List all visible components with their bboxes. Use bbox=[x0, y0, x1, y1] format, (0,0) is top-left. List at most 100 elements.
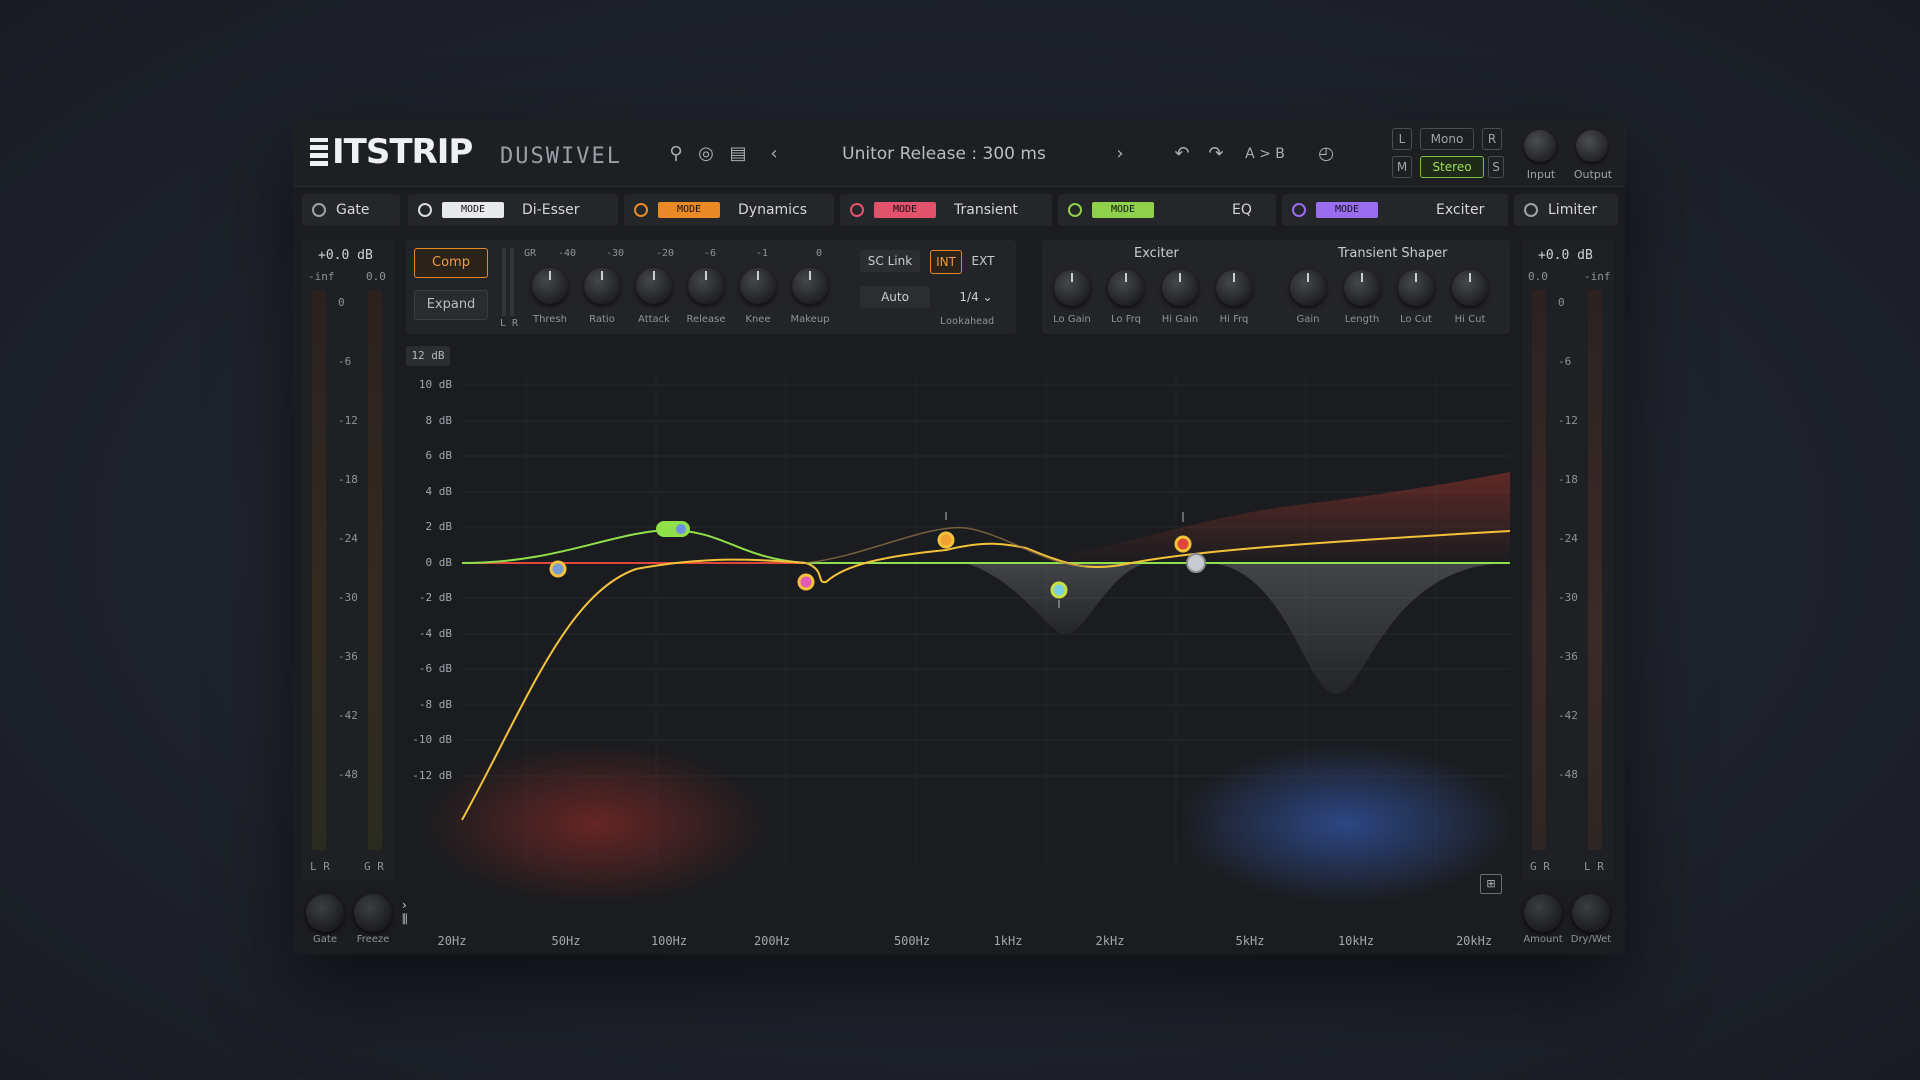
gate-knob[interactable] bbox=[306, 894, 344, 932]
band-1-node[interactable] bbox=[549, 560, 567, 578]
input-level-readout[interactable]: +0.0 dB bbox=[318, 248, 373, 263]
auto-release-button[interactable]: Auto bbox=[860, 286, 930, 308]
tab-transient[interactable]: MODE Transient bbox=[840, 194, 1052, 226]
expand-mode-button[interactable]: Expand bbox=[414, 290, 488, 320]
band-2-node[interactable] bbox=[656, 521, 690, 537]
gr-scale-tick: -20 bbox=[656, 248, 675, 259]
meter-scale-tick: -12 bbox=[338, 414, 358, 427]
stereo-button[interactable]: Stereo bbox=[1420, 156, 1484, 178]
amount-knob[interactable] bbox=[1524, 894, 1562, 932]
power-icon[interactable] bbox=[418, 203, 432, 217]
transient-knob-2[interactable] bbox=[1398, 270, 1434, 306]
transient-knob-1[interactable] bbox=[1344, 270, 1380, 306]
meter-scale-tick: -6 bbox=[338, 355, 352, 368]
meter-lr-label: L R bbox=[1584, 860, 1604, 873]
exciter-knob-2[interactable] bbox=[1162, 270, 1198, 306]
mode-tag[interactable]: MODE bbox=[1092, 202, 1154, 218]
dynamics-knob-thresh[interactable] bbox=[532, 268, 568, 304]
undo-icon[interactable]: ↶ bbox=[1170, 142, 1194, 166]
power-icon[interactable] bbox=[850, 203, 864, 217]
band-5-node[interactable] bbox=[1050, 581, 1068, 599]
save-icon[interactable]: ⚲ bbox=[664, 142, 688, 166]
tab-dynamics[interactable]: MODE Dynamics bbox=[624, 194, 834, 226]
tab-de-esser[interactable]: MODE Di-Esser bbox=[408, 194, 618, 226]
mono-button[interactable]: Mono bbox=[1420, 128, 1474, 150]
band-4-node[interactable] bbox=[937, 531, 955, 549]
meter-lr-label: L R bbox=[310, 860, 330, 873]
transient-shaper-title: Transient Shaper bbox=[1338, 246, 1448, 261]
transient-knob-label: Lo Cut bbox=[1400, 314, 1432, 325]
plugin-header: ITSTRIP DUSWIVEL ⚲ ◎ ▤ ‹ Unitor Release … bbox=[294, 122, 1624, 187]
folder-icon[interactable]: ▤ bbox=[726, 142, 750, 166]
band-3-node[interactable] bbox=[797, 573, 815, 591]
exciter-knob-1[interactable] bbox=[1108, 270, 1144, 306]
dynamics-knob-attack[interactable] bbox=[636, 268, 672, 304]
output-level-readout[interactable]: +0.0 dB bbox=[1538, 248, 1593, 263]
sidechain-link-button[interactable]: SC Link bbox=[860, 250, 920, 272]
ab-compare-button[interactable]: A > B bbox=[1240, 142, 1290, 166]
dry-wet-knob[interactable] bbox=[1572, 894, 1610, 932]
power-icon[interactable] bbox=[1292, 203, 1306, 217]
input-meter-bar-l bbox=[312, 290, 326, 850]
gr-scale-tick: -6 bbox=[704, 248, 717, 259]
output-meter-panel: +0.0 dB 0.0 -inf 0 -6 -12 -18 -24 -30 -36 -42 -4… bbox=[1522, 240, 1614, 880]
sidechain-int-button[interactable]: INT bbox=[930, 250, 962, 274]
eq-freq-label: 50Hz bbox=[551, 934, 581, 948]
mode-tag[interactable]: MODE bbox=[1316, 202, 1378, 218]
panel-toggle-icon[interactable]: › ⫼ bbox=[402, 898, 412, 938]
compress-mode-button[interactable]: Comp bbox=[414, 248, 488, 278]
output-knob[interactable] bbox=[1576, 130, 1608, 162]
gate-knob-label: Gate bbox=[313, 934, 337, 945]
sidechain-ext-button[interactable]: EXT bbox=[966, 250, 1000, 272]
power-icon[interactable] bbox=[312, 203, 326, 217]
right-channel-button[interactable]: R bbox=[1482, 128, 1502, 150]
eq-freq-label: 5kHz bbox=[1235, 934, 1265, 948]
side-button[interactable]: S bbox=[1488, 156, 1504, 178]
tab-gate[interactable]: Gate bbox=[302, 194, 400, 226]
transient-knob-3[interactable] bbox=[1452, 270, 1488, 306]
exciter-knob-0[interactable] bbox=[1054, 270, 1090, 306]
dynamics-knob-ratio[interactable] bbox=[584, 268, 620, 304]
gr-scale-tick: -30 bbox=[606, 248, 625, 259]
redo-icon[interactable]: ↷ bbox=[1204, 142, 1228, 166]
band-7-node[interactable] bbox=[1186, 553, 1206, 573]
exciter-knob-label: Hi Gain bbox=[1161, 314, 1199, 325]
tab-exciter[interactable]: MODE Exciter bbox=[1282, 194, 1508, 226]
exciter-knob-label: Lo Frq bbox=[1111, 314, 1141, 325]
lookahead-select[interactable]: 1/4 ⌄ bbox=[946, 286, 1006, 308]
eq-freq-label: 10kHz bbox=[1337, 934, 1375, 948]
next-preset-icon[interactable]: › bbox=[1108, 142, 1132, 166]
freeze-knob[interactable] bbox=[354, 894, 392, 932]
preset-name[interactable]: DUSWIVEL bbox=[500, 144, 622, 169]
eq-graph[interactable] bbox=[406, 344, 1510, 904]
power-icon[interactable] bbox=[634, 203, 648, 217]
spectrum-glow-high bbox=[1176, 744, 1510, 904]
dynamics-knob-makeup[interactable] bbox=[792, 268, 828, 304]
eq-display[interactable]: 12 dB 10 dB 8 dB 6 dB 4 dB 2 dB 0 dB -2 dB -4 d… bbox=[406, 344, 1510, 904]
input-knob[interactable] bbox=[1524, 130, 1556, 162]
left-channel-button[interactable]: L bbox=[1392, 128, 1412, 150]
mode-tag[interactable]: MODE bbox=[442, 202, 504, 218]
expand-icon[interactable]: ⊞ bbox=[1480, 874, 1502, 894]
power-icon[interactable] bbox=[1068, 203, 1082, 217]
prev-preset-icon[interactable]: ‹ bbox=[762, 142, 786, 166]
meter-peak-left: -inf bbox=[308, 270, 335, 283]
power-icon[interactable] bbox=[1524, 203, 1538, 217]
settings-icon[interactable]: ◴ bbox=[1314, 142, 1338, 166]
tab-limiter[interactable]: Limiter bbox=[1514, 194, 1618, 226]
transient-knob-0[interactable] bbox=[1290, 270, 1326, 306]
mid-button[interactable]: M bbox=[1392, 156, 1412, 178]
gain-reduction-meter-bar bbox=[368, 290, 382, 850]
tab-eq[interactable]: MODE EQ bbox=[1058, 194, 1276, 226]
exciter-knob-3[interactable] bbox=[1216, 270, 1252, 306]
dynamics-knob-knee[interactable] bbox=[740, 268, 776, 304]
dynamics-knob-release[interactable] bbox=[688, 268, 724, 304]
load-icon[interactable]: ◎ bbox=[694, 142, 718, 166]
mode-tag[interactable]: MODE bbox=[658, 202, 720, 218]
mode-tag[interactable]: MODE bbox=[874, 202, 936, 218]
band-6-node[interactable] bbox=[1174, 535, 1192, 553]
logo-grid-icon bbox=[310, 138, 328, 166]
dry-wet-knob-label: Dry/Wet bbox=[1570, 934, 1612, 945]
meter-scale-tick: -24 bbox=[1558, 532, 1578, 545]
preset-display[interactable]: Unitor Release : 300 ms bbox=[814, 140, 1074, 168]
